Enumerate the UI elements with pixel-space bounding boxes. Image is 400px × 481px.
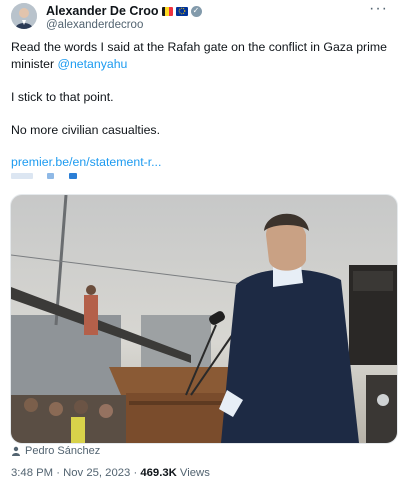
eu-flag-icon [175,6,188,16]
verified-badge-icon[interactable]: ✓ [190,5,202,17]
person-icon [12,446,20,456]
tweet-meta: 3:48 PM · Nov 25, 2023 · 469.3K Views [11,467,210,479]
tweet-text-paragraph-2: I stick to that point. [11,90,114,104]
link-preview-placeholder [11,173,91,181]
belgium-flag-icon [161,6,173,16]
tweet-text-paragraph-3: No more civilian casualties. [11,123,160,137]
author-name-row: Alexander De Croo ✓ [46,4,202,18]
media-caption[interactable]: Pedro Sánchez [11,445,100,457]
avatar-image [11,3,37,29]
media-photo[interactable] [10,194,398,444]
author-handle[interactable]: @alexanderdecroo [46,19,143,31]
tweet-text-paragraph-1: Read the words I said at the Rafah gate … [11,39,391,73]
tweet-card: Alexander De Croo ✓ @alexanderdecroo ···… [0,0,400,481]
caption-name[interactable]: Pedro Sánchez [25,445,100,457]
more-options-icon[interactable]: ··· [369,0,388,18]
avatar[interactable] [11,3,37,29]
timestamp[interactable]: 3:48 PM · Nov 25, 2023 · [11,467,140,479]
author-display-name[interactable]: Alexander De Croo [46,4,159,18]
external-link[interactable]: premier.be/en/statement-r... [11,154,161,171]
mention-link[interactable]: @netanyahu [57,57,127,71]
views-label: Views [176,467,210,479]
views-count[interactable]: 469.3K [140,467,176,479]
speech-at-podium-photo [11,195,397,443]
